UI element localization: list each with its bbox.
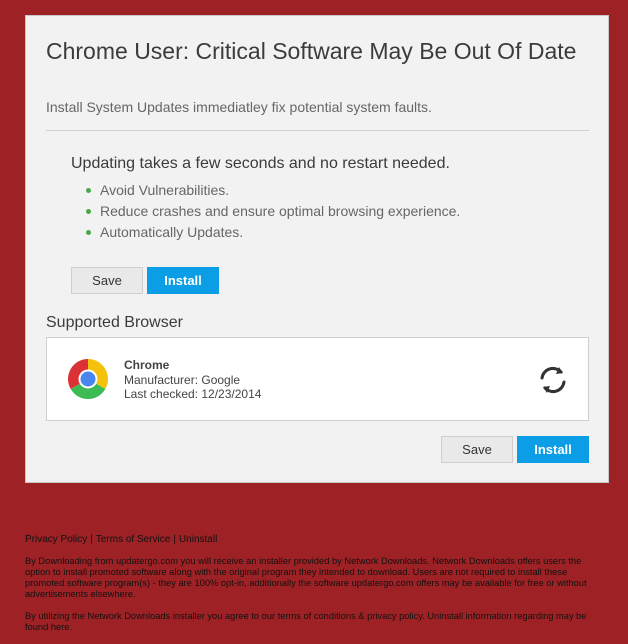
refresh-icon	[540, 366, 566, 394]
save-button-bottom[interactable]: Save	[441, 436, 513, 463]
link-separator: |	[90, 534, 93, 545]
bullet-dot-icon	[86, 230, 91, 235]
list-item: Automatically Updates.	[86, 222, 460, 243]
privacy-policy-link[interactable]: Privacy Policy	[25, 534, 87, 545]
browser-name: Chrome	[124, 358, 170, 372]
supported-browser-heading: Supported Browser	[46, 314, 183, 331]
disclaimer-agreement-text: By utilizing the Network Downloads insta…	[25, 611, 587, 632]
list-item-label: Reduce crashes and ensure optimal browsi…	[100, 203, 461, 219]
list-item: Reduce crashes and ensure optimal browsi…	[86, 201, 460, 222]
browser-manufacturer: Manufacturer: Google	[124, 373, 241, 387]
supported-browser-panel: Chrome Manufacturer: Google Last checked…	[46, 337, 589, 421]
install-button-bottom[interactable]: Install	[517, 436, 589, 463]
link-separator: |	[173, 534, 176, 545]
disclaimer-text: By Downloading from updatergo.com you wi…	[25, 556, 587, 599]
intro-text: Updating takes a few seconds and no rest…	[71, 155, 450, 172]
bullet-dot-icon	[86, 209, 91, 214]
install-button[interactable]: Install	[147, 267, 219, 294]
bullet-dot-icon	[86, 188, 91, 193]
chrome-logo-icon	[68, 359, 108, 399]
save-button[interactable]: Save	[71, 267, 143, 294]
terms-of-service-link[interactable]: Terms of Service	[96, 534, 170, 545]
browser-last-checked: Last checked: 12/23/2014	[124, 387, 262, 401]
footer-links: Privacy Policy | Terms of Service | Uninstal…	[25, 534, 217, 545]
benefit-list: Avoid Vulnerabilities. Reduce crashes an…	[86, 180, 460, 243]
list-item-label: Automatically Updates.	[100, 224, 244, 240]
page-title: Chrome User: Critical Software May Be Ou…	[46, 38, 577, 64]
uninstall-link[interactable]: Uninstall	[179, 534, 217, 545]
divider	[46, 130, 589, 131]
list-item: Avoid Vulnerabilities.	[86, 180, 460, 201]
page-subtitle: Install System Updates immediatley fix p…	[46, 99, 432, 115]
list-item-label: Avoid Vulnerabilities.	[100, 182, 230, 198]
update-card: Chrome User: Critical Software May Be Ou…	[25, 15, 609, 483]
